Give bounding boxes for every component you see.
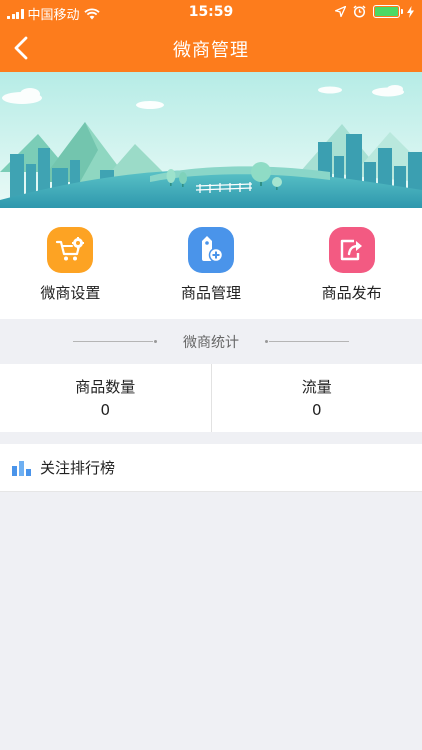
wechat-shop-settings-button[interactable]: 微商设置 xyxy=(0,208,141,319)
menu-label: 微商设置 xyxy=(40,284,101,302)
cart-gear-icon xyxy=(47,227,94,273)
page-title: 微商管理 xyxy=(173,40,249,61)
divider xyxy=(73,340,157,343)
ranking-label: 关注排行榜 xyxy=(40,459,116,477)
product-publish-button[interactable]: 商品发布 xyxy=(281,208,422,319)
stat-product-count: 商品数量 0 xyxy=(0,364,211,432)
stat-traffic: 流量 0 xyxy=(210,364,422,432)
divider xyxy=(265,340,349,343)
battery-icon xyxy=(373,5,403,18)
banner-image xyxy=(0,72,422,208)
stats-panel: 商品数量 0 流量 0 xyxy=(0,364,422,432)
tag-add-icon xyxy=(188,227,234,273)
menu-label: 商品发布 xyxy=(321,284,382,302)
stat-label: 商品数量 xyxy=(75,378,136,396)
nav-bar: 微商管理 xyxy=(0,24,422,72)
alarm-icon xyxy=(353,5,366,18)
stat-value: 0 xyxy=(311,401,322,419)
menu-label: 商品管理 xyxy=(181,284,242,302)
publish-icon xyxy=(328,227,375,273)
charging-icon xyxy=(407,5,414,18)
product-management-button[interactable]: 商品管理 xyxy=(141,208,282,319)
function-menu: 微商设置 商品管理 商品发布 xyxy=(0,208,422,319)
status-bar: 中国移动 15:59 xyxy=(0,0,422,24)
follow-ranking-row[interactable]: 关注排行榜 xyxy=(0,444,422,492)
stat-value: 0 xyxy=(100,401,111,419)
stats-section-header: 微商统计 xyxy=(0,319,422,364)
stat-label: 流量 xyxy=(301,378,332,396)
location-icon xyxy=(335,6,346,17)
section-title: 微商统计 xyxy=(183,334,239,351)
bar-chart-icon xyxy=(12,460,31,476)
